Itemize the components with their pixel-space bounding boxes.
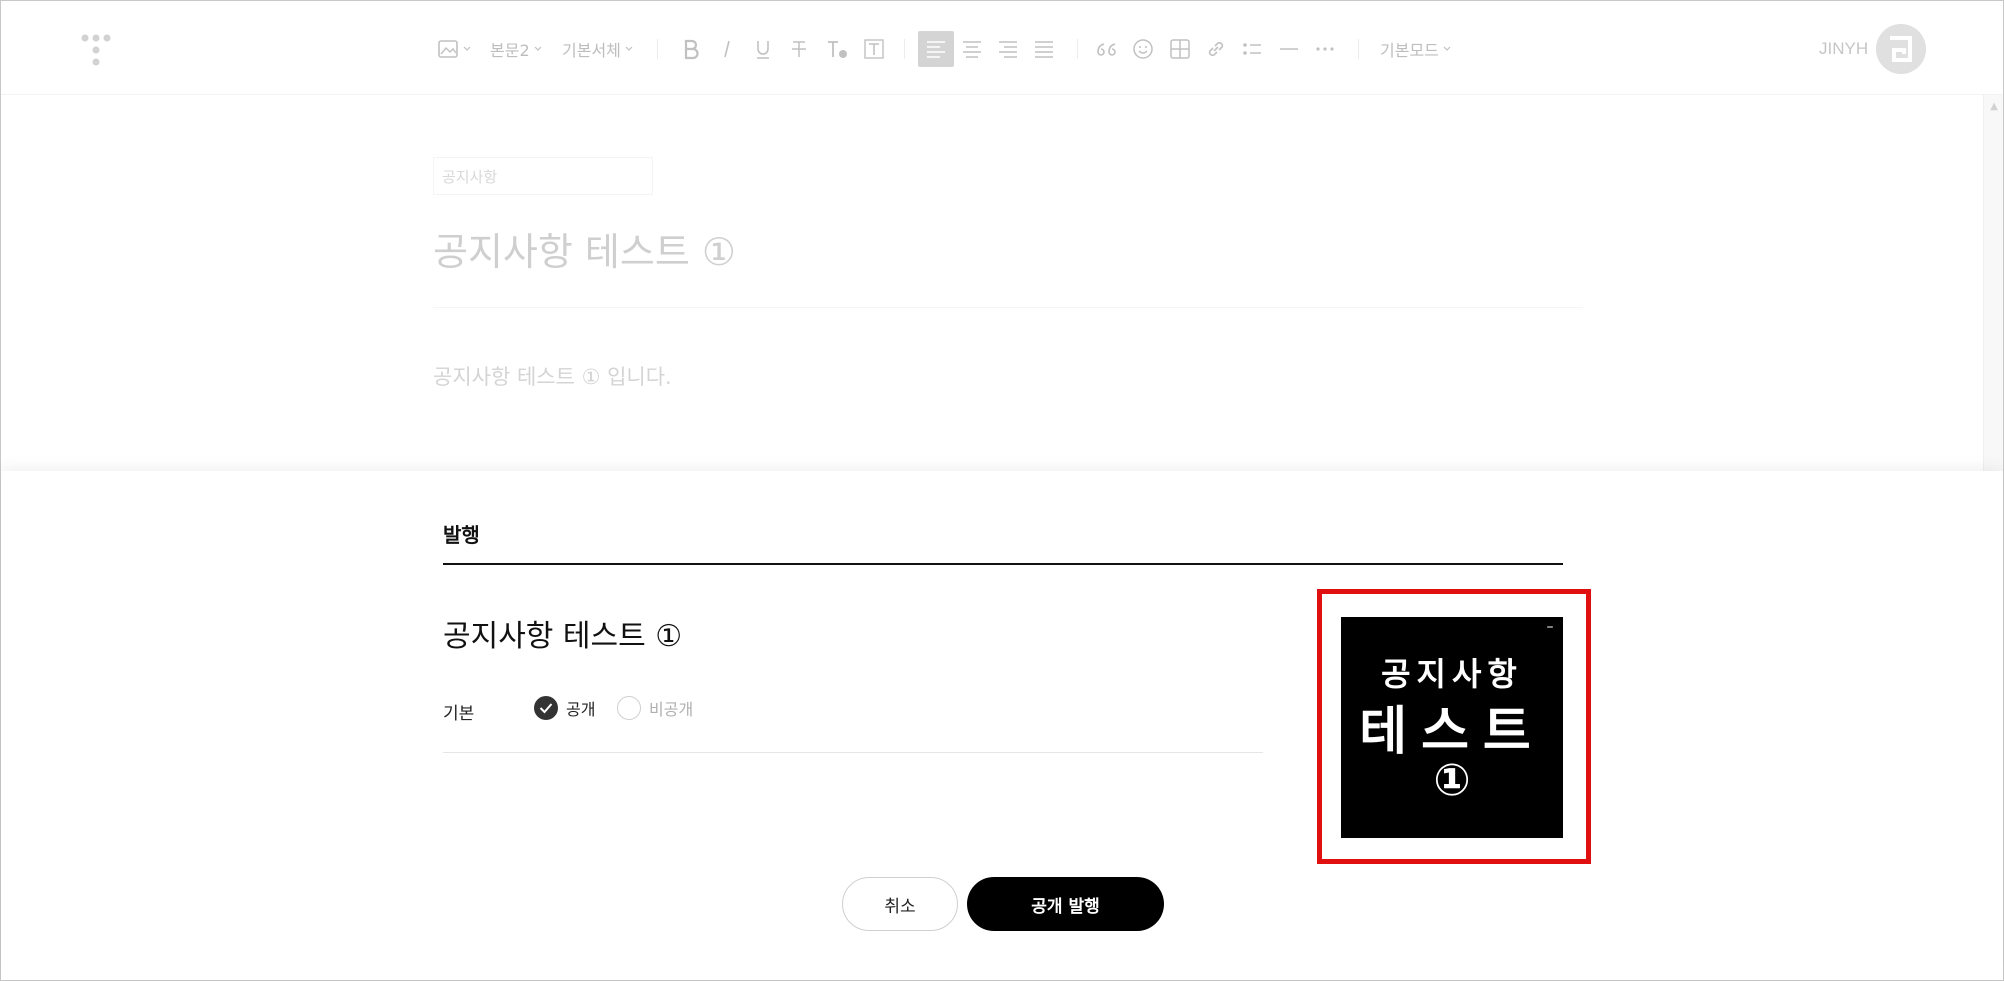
publish-button[interactable]: 공개 발행 bbox=[967, 877, 1164, 931]
remove-thumbnail-icon[interactable]: – bbox=[1543, 620, 1557, 635]
visibility-private-label: 비공개 bbox=[649, 700, 694, 719]
editor-area: 본문2 기본서체 기본모드 JINYH 공지사항 공지사항 테스트 ① 공지사항… bbox=[1, 1, 2003, 471]
publish-heading-divider bbox=[443, 563, 1563, 565]
publish-post-title: 공지사항 테스트 ① bbox=[443, 619, 683, 654]
radio-unchecked-icon bbox=[617, 696, 641, 720]
overlay-dim bbox=[1, 1, 2003, 471]
thumbnail-text-line2: 테스트 bbox=[1359, 702, 1545, 762]
representative-thumbnail[interactable]: 공지사항 테스트 ① – bbox=[1341, 617, 1563, 838]
visibility-public-radio[interactable]: 공개 bbox=[534, 696, 595, 720]
cancel-button[interactable]: 취소 bbox=[842, 877, 958, 931]
publish-panel: 발행 공지사항 테스트 ① 기본 공개 비공개 공지사항 테스트 ① – 취소 … bbox=[1, 471, 2003, 980]
visibility-public-label: 공개 bbox=[566, 700, 596, 719]
thumbnail-text-line3: ① bbox=[1433, 755, 1471, 806]
visibility-divider bbox=[443, 752, 1263, 753]
radio-checked-icon bbox=[534, 696, 558, 720]
publish-heading: 발행 bbox=[443, 523, 480, 547]
visibility-label: 기본 bbox=[443, 704, 475, 724]
visibility-private-radio[interactable]: 비공개 bbox=[617, 696, 693, 720]
